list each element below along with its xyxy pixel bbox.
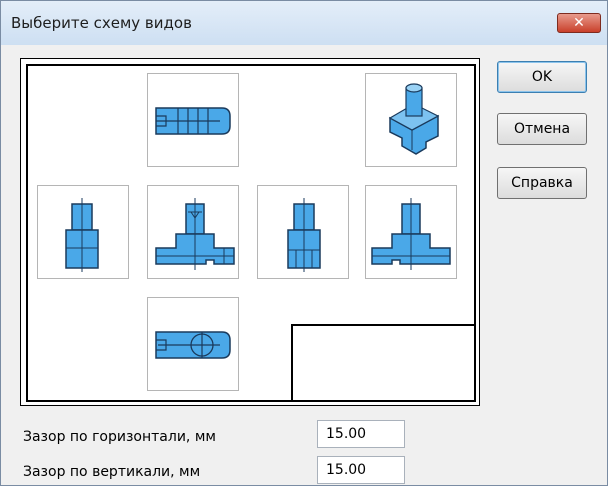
vertical-gap-label: Зазор по вертикали, мм bbox=[23, 464, 201, 480]
view-bottom-tile[interactable] bbox=[147, 297, 239, 391]
cancel-button[interactable]: Отмена bbox=[497, 113, 587, 145]
view-right-tile[interactable] bbox=[37, 185, 129, 279]
view-back-tile[interactable] bbox=[365, 185, 457, 279]
title-bar: Выберите схему видов ✕ bbox=[1, 1, 607, 45]
view-top-tile[interactable] bbox=[147, 73, 239, 167]
help-button[interactable]: Справка bbox=[497, 167, 587, 199]
isometric-view-icon bbox=[388, 83, 440, 155]
dialog-title: Выберите схему видов bbox=[11, 14, 192, 32]
view-scheme-panel bbox=[20, 58, 480, 406]
vertical-gap-input[interactable] bbox=[317, 456, 405, 484]
dialog-window: Выберите схему видов ✕ OK Отмена Справка… bbox=[0, 0, 608, 486]
ok-button[interactable]: OK bbox=[497, 61, 587, 93]
view-isometric-tile[interactable] bbox=[365, 73, 457, 167]
front-view-icon bbox=[155, 198, 235, 270]
close-icon: ✕ bbox=[573, 15, 585, 31]
view-left-tile[interactable] bbox=[257, 185, 349, 279]
view-front-tile[interactable] bbox=[147, 185, 239, 279]
back-view-icon bbox=[371, 198, 451, 270]
right-view-icon bbox=[65, 198, 99, 272]
close-button[interactable]: ✕ bbox=[557, 13, 601, 33]
left-view-icon bbox=[287, 198, 321, 272]
horizontal-gap-input[interactable] bbox=[317, 420, 405, 448]
top-view-icon bbox=[155, 107, 231, 135]
bottom-view-icon bbox=[155, 331, 231, 359]
horizontal-gap-label: Зазор по горизонтали, мм bbox=[23, 429, 216, 445]
title-block bbox=[291, 324, 476, 402]
